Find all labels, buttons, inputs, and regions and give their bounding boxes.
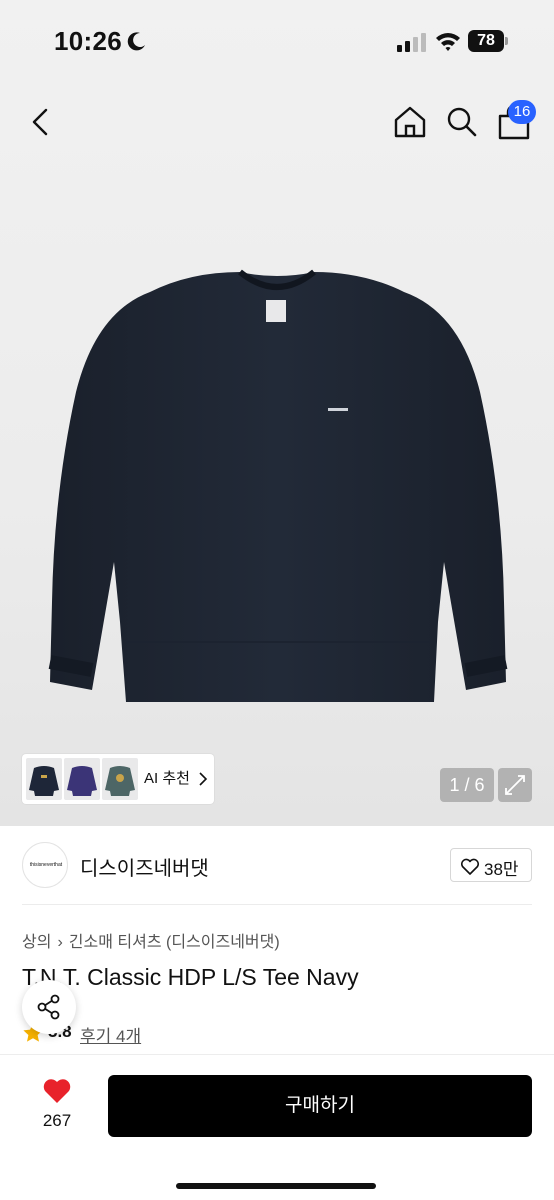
breadcrumb: 상의 › 긴소매 티셔츠 (디스이즈네버댓) bbox=[22, 928, 280, 952]
cellular-signal-icon bbox=[397, 33, 426, 52]
brand-logo-text: thisisneverthat bbox=[29, 862, 63, 868]
brand-row[interactable]: thisisneverthat 디스이즈네버댓 38만 bbox=[0, 826, 554, 906]
brand-like-button[interactable]: 38만 bbox=[450, 848, 532, 882]
wifi-icon bbox=[436, 33, 460, 51]
brand-logo[interactable]: thisisneverthat bbox=[22, 842, 68, 888]
recommended-thumbnails[interactable]: AI 추천 bbox=[22, 754, 214, 804]
ai-recommend-label[interactable]: AI 추천 bbox=[144, 754, 190, 804]
neck-label bbox=[266, 300, 286, 322]
heart-filled-icon bbox=[43, 1079, 71, 1103]
battery-level: 78 bbox=[468, 30, 504, 52]
thumbnail-navy-sweatshirt[interactable] bbox=[26, 758, 62, 800]
brand-like-count: 38만 bbox=[484, 860, 519, 879]
heart-outline-icon bbox=[460, 858, 480, 875]
top-navigation bbox=[0, 94, 554, 150]
moon-icon bbox=[127, 32, 145, 51]
wishlist-count: 267 bbox=[42, 1111, 72, 1130]
brand-name[interactable]: 디스이즈네버댓 bbox=[80, 852, 209, 881]
product-title: T.N.T. Classic HDP L/S Tee Navy bbox=[22, 964, 359, 990]
image-counter: 1 / 6 bbox=[440, 768, 494, 802]
bottom-action-bar: 267 구매하기 bbox=[0, 1054, 554, 1200]
breadcrumb-subcategory[interactable]: 긴소매 티셔츠 (디스이즈네버댓) bbox=[69, 934, 280, 951]
thumbnail-purple-sweatshirt[interactable] bbox=[64, 758, 100, 800]
cart-count-badge: 16 bbox=[508, 100, 536, 124]
thumbnail-green-sweatshirt[interactable] bbox=[102, 758, 138, 800]
chevron-right-icon bbox=[199, 772, 208, 786]
expand-icon bbox=[505, 775, 525, 795]
share-icon bbox=[37, 994, 60, 1020]
back-arrow-icon[interactable] bbox=[22, 102, 60, 142]
divider bbox=[22, 904, 532, 905]
buy-button[interactable]: 구매하기 bbox=[108, 1075, 532, 1137]
wishlist-button[interactable]: 267 bbox=[30, 1077, 84, 1137]
share-button[interactable] bbox=[22, 980, 76, 1034]
product-image[interactable] bbox=[40, 262, 514, 712]
battery-indicator: 78 bbox=[468, 30, 508, 52]
breadcrumb-category[interactable]: 상의 bbox=[22, 934, 51, 951]
search-icon[interactable] bbox=[442, 102, 482, 142]
status-time: 10:26 bbox=[54, 26, 122, 56]
review-count-link[interactable]: 후기 4개 bbox=[80, 1022, 141, 1047]
chevron-right-icon: › bbox=[57, 934, 63, 951]
expand-button[interactable] bbox=[498, 768, 532, 802]
battery-tip bbox=[505, 37, 508, 45]
status-bar: 10:26 78 bbox=[0, 0, 554, 84]
home-indicator bbox=[176, 1183, 376, 1189]
home-icon[interactable] bbox=[390, 102, 430, 142]
chest-logo bbox=[328, 408, 348, 411]
